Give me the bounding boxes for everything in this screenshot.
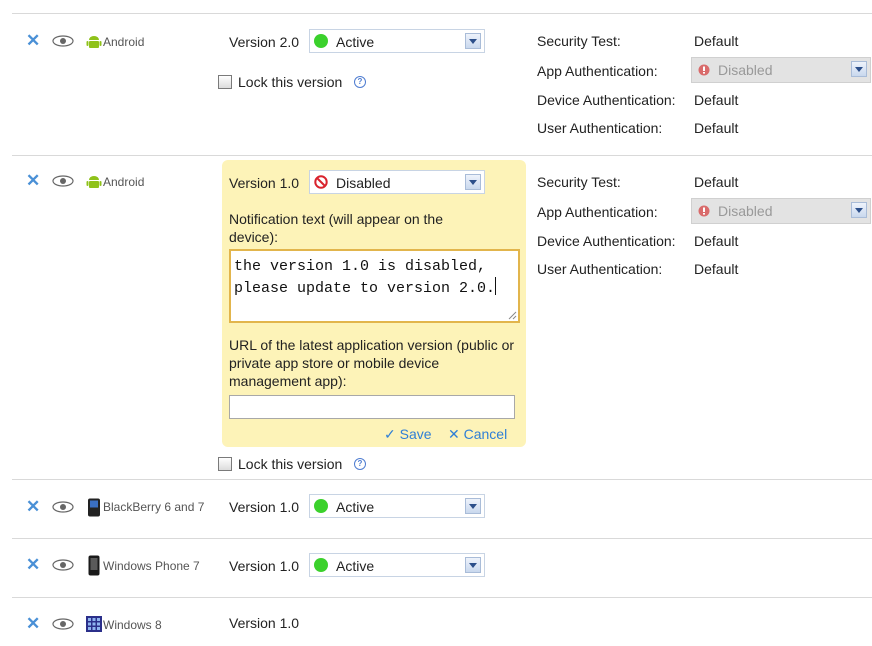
status-value: Disabled [336, 175, 391, 191]
security-test-label: Security Test: [537, 33, 621, 49]
version-label: Version 1.0 [229, 558, 300, 574]
chevron-down-icon[interactable] [465, 498, 481, 514]
security-test-value: Default [694, 33, 739, 49]
device-authentication-label: Device Authentication: [537, 92, 676, 108]
chevron-down-icon[interactable] [465, 174, 481, 190]
delete-x-icon[interactable]: ✕ [26, 615, 40, 632]
delete-x-icon[interactable]: ✕ [26, 172, 40, 189]
green-dot-icon [314, 499, 328, 513]
url-input[interactable] [229, 395, 515, 419]
help-question-icon[interactable]: ? [354, 76, 366, 88]
row-separator [12, 597, 872, 598]
version-label: Version 2.0 [229, 34, 300, 50]
security-test-label: Security Test: [537, 174, 621, 190]
row-separator [12, 155, 872, 156]
app-authentication-dropdown: Disabled [691, 57, 871, 83]
text-caret [495, 277, 497, 295]
app-authentication-value: Disabled [718, 62, 773, 78]
version-label: Version 1.0 [229, 615, 300, 631]
app-authentication-dropdown: Disabled [691, 198, 871, 224]
url-label: URL of the latest application version (p… [229, 337, 515, 389]
notification-text-label: Notification text (will appear on the de… [229, 211, 443, 245]
blackberry-phone-icon [88, 498, 100, 517]
app-authentication-label: App Authentication: [537, 63, 658, 79]
row-separator [12, 13, 872, 14]
eye-icon[interactable] [52, 35, 74, 47]
chevron-down-icon[interactable] [465, 557, 481, 573]
row-separator [12, 479, 872, 480]
notification-textarea[interactable]: the version 1.0 is disabled, please upda… [229, 249, 520, 323]
device-authentication-value: Default [694, 233, 739, 249]
lock-version-checkbox[interactable] [218, 457, 232, 471]
app-authentication-label: App Authentication: [537, 204, 658, 220]
cancel-label: Cancel [463, 426, 508, 442]
save-button[interactable]: ✓ Save [384, 426, 432, 443]
check-icon: ✓ [384, 426, 396, 442]
cancel-button[interactable]: ✕ Cancel [448, 426, 507, 443]
eye-icon[interactable] [52, 559, 74, 571]
version-label: Version 1.0 [229, 175, 300, 191]
eye-icon[interactable] [52, 618, 74, 630]
status-dropdown[interactable]: Active [309, 553, 485, 577]
status-value: Active [336, 499, 375, 515]
user-authentication-label: User Authentication: [537, 120, 663, 136]
chevron-down-icon [851, 61, 867, 77]
security-test-value: Default [694, 174, 739, 190]
eye-icon[interactable] [52, 501, 74, 513]
red-exclamation-icon [698, 64, 710, 76]
windows-phone-icon [88, 555, 100, 576]
user-authentication-value: Default [694, 261, 739, 277]
platform-name: BlackBerry 6 and 7 [103, 500, 205, 514]
status-dropdown[interactable]: Active [309, 494, 485, 518]
chevron-down-icon [851, 202, 867, 218]
status-value: Active [336, 558, 375, 574]
version-label: Version 1.0 [229, 499, 300, 515]
status-dropdown[interactable]: Disabled [309, 170, 485, 194]
platform-name: Windows 8 [103, 618, 162, 632]
green-dot-icon [314, 558, 328, 572]
eye-icon[interactable] [52, 175, 74, 187]
close-x-icon: ✕ [448, 426, 460, 442]
app-authentication-value: Disabled [718, 203, 773, 219]
user-authentication-value: Default [694, 120, 739, 136]
chevron-down-icon[interactable] [465, 33, 481, 49]
windows8-tiles-icon [86, 616, 102, 632]
delete-x-icon[interactable]: ✕ [26, 32, 40, 49]
device-authentication-value: Default [694, 92, 739, 108]
row-separator [12, 538, 872, 539]
device-authentication-label: Device Authentication: [537, 233, 676, 249]
save-label: Save [399, 426, 432, 442]
delete-x-icon[interactable]: ✕ [26, 498, 40, 515]
android-icon [86, 176, 102, 188]
red-exclamation-icon [698, 205, 710, 217]
delete-x-icon[interactable]: ✕ [26, 556, 40, 573]
user-authentication-label: User Authentication: [537, 261, 663, 277]
status-dropdown[interactable]: Active [309, 29, 485, 53]
resize-handle-icon[interactable] [507, 310, 517, 320]
platform-name: Android [103, 35, 145, 49]
notification-text-value: the version 1.0 is disabled, please upda… [234, 258, 496, 297]
lock-version-checkbox[interactable] [218, 75, 232, 89]
platform-name: Windows Phone 7 [103, 559, 200, 573]
status-value: Active [336, 34, 375, 50]
lock-version-label[interactable]: Lock this version [238, 74, 342, 90]
lock-version-label[interactable]: Lock this version [238, 456, 342, 472]
red-no-entry-icon [314, 175, 328, 189]
android-icon [86, 36, 102, 48]
platform-name: Android [103, 175, 145, 189]
help-question-icon[interactable]: ? [354, 458, 366, 470]
green-dot-icon [314, 34, 328, 48]
